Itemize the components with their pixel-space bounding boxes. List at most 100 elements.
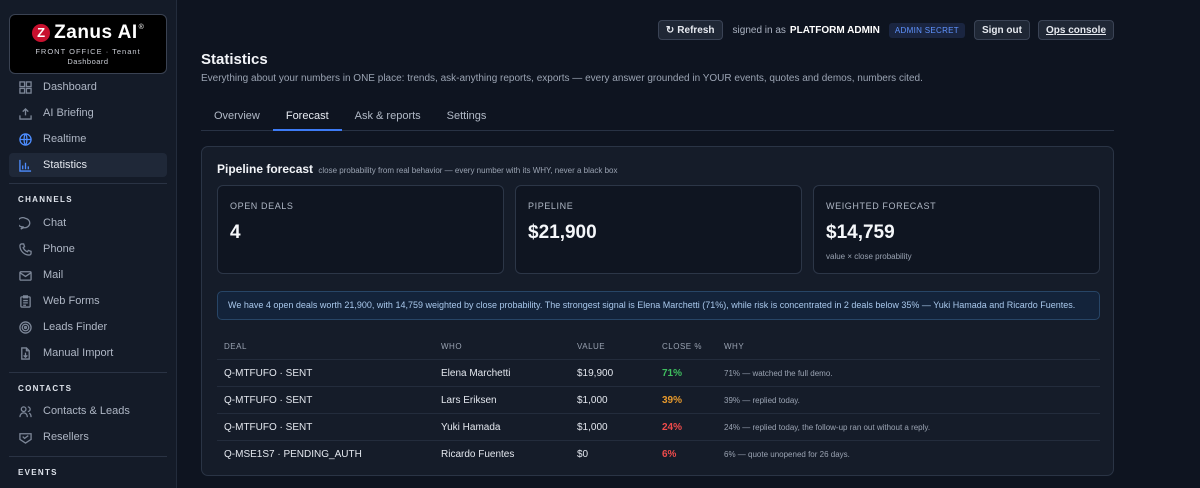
kpi-weighted-forecast: WEIGHTED FORECAST $14,759 value × close … [813, 185, 1100, 274]
kpi-label: OPEN DEALS [230, 201, 294, 211]
users-icon [18, 404, 32, 418]
value-cell: $1,000 [577, 394, 608, 406]
sidebar-divider [9, 372, 167, 373]
sidebar-item-label: Leads Finder [43, 321, 108, 333]
phone-icon [18, 242, 32, 256]
table-row[interactable]: Q-MTFUFO · SENT Elena Marchetti $19,900 … [217, 360, 1100, 387]
page-description: Everything about your numbers in ONE pla… [201, 73, 923, 84]
sidebar-item-label: Resellers [43, 431, 89, 443]
why-cell: 24% — replied today, the follow-up ran o… [724, 422, 931, 432]
handshake-icon [18, 430, 32, 444]
sidebar-divider [9, 183, 167, 184]
sidebar-item-phone[interactable]: Phone [9, 237, 167, 261]
tab-overview[interactable]: Overview [201, 102, 273, 131]
mail-icon [18, 268, 32, 282]
sidebar-item-label: AI Briefing [43, 107, 94, 119]
sidebar-item-label: Manual Import [43, 347, 114, 359]
table-header: DEAL WHO VALUE CLOSE % WHY [217, 333, 1100, 360]
deal-cell: Q-MTFUFO · SENT [224, 394, 313, 406]
sidebar-item-ai-briefing[interactable]: AI Briefing [9, 101, 167, 125]
panel-title: Pipeline forecast close probability from… [217, 162, 617, 176]
who-cell: Yuki Hamada [441, 421, 501, 433]
brand-name: Zanus AI [54, 22, 138, 43]
logo-mark: Z [32, 24, 51, 42]
sidebar-item-label: Statistics [43, 159, 88, 171]
sidebar-item-contacts-leads[interactable]: Contacts & Leads [9, 399, 167, 423]
tab-settings[interactable]: Settings [434, 102, 500, 131]
sidebar-item-label: Realtime [43, 133, 87, 145]
forecast-insight: We have 4 open deals worth 21,900, with … [217, 291, 1100, 320]
sidebar: Z Zanus AI ® FRONT OFFICE · Tenant Dashb… [0, 0, 177, 488]
brand-logo[interactable]: Z Zanus AI ® FRONT OFFICE · Tenant Dashb… [9, 14, 167, 74]
brand-subtitle-2: Dashboard [67, 57, 109, 66]
table-row[interactable]: Q-MTFUFO · SENT Yuki Hamada $1,000 24% 2… [217, 414, 1100, 441]
kpi-label: PIPELINE [528, 201, 574, 211]
value-cell: $0 [577, 449, 589, 460]
section-label-contacts: CONTACTS [18, 384, 73, 393]
sidebar-item-leads-finder[interactable]: Leads Finder [9, 315, 167, 339]
registered-mark: ® [138, 23, 144, 31]
column-header-value: VALUE [577, 341, 606, 351]
sidebar-item-label: Web Forms [43, 295, 100, 307]
bar-chart-icon [18, 158, 32, 172]
top-bar: ↻ Refresh signed in as PLATFORM ADMIN AD… [657, 20, 1114, 40]
target-icon [18, 320, 32, 334]
column-header-why: WHY [724, 341, 745, 351]
deals-table: DEAL WHO VALUE CLOSE % WHY Q-MTFUFO · SE… [217, 333, 1100, 468]
sidebar-item-resellers[interactable]: Resellers [9, 425, 167, 449]
kpi-open-deals: OPEN DEALS 4 [217, 185, 504, 274]
sidebar-item-chat[interactable]: Chat [9, 211, 167, 235]
kpi-pipeline: PIPELINE $21,900 [515, 185, 802, 274]
sidebar-item-label: Phone [43, 243, 75, 255]
tab-forecast[interactable]: Forecast [272, 102, 342, 131]
column-header-close: CLOSE % [662, 341, 702, 351]
close-cell: 39% [662, 394, 683, 406]
why-cell: 6% — quote unopened for 26 days. [724, 450, 850, 459]
refresh-button[interactable]: ↻ Refresh [657, 20, 723, 40]
column-header-who: WHO [441, 341, 463, 351]
sidebar-item-statistics[interactable]: Statistics [9, 153, 167, 177]
ops-console-button[interactable]: Ops console [1037, 20, 1114, 40]
tab-ask-reports[interactable]: Ask & reports [342, 102, 434, 131]
tab-bar: Overview Forecast Ask & reports Settings [201, 102, 1114, 131]
kpi-label: WEIGHTED FORECAST [826, 201, 937, 211]
section-label-events: EVENTS [18, 468, 58, 477]
signed-in-text: signed in as [732, 24, 786, 36]
sidebar-item-realtime[interactable]: Realtime [9, 127, 167, 151]
close-cell: 71% [662, 367, 683, 379]
pipeline-forecast-panel: Pipeline forecast close probability from… [201, 146, 1114, 476]
table-row[interactable]: Q-MSE1S7 · PENDING_AUTH Ricardo Fuentes … [217, 441, 1100, 468]
kpi-value: $14,759 [826, 222, 895, 243]
sidebar-item-mail[interactable]: Mail [9, 263, 167, 287]
sidebar-item-label: Contacts & Leads [43, 405, 130, 417]
grid-icon [18, 80, 32, 94]
forecast-subtitle: close probability from real behavior — e… [318, 166, 618, 175]
sidebar-item-manual-import[interactable]: Manual Import [9, 341, 167, 365]
sign-out-button[interactable]: Sign out [973, 20, 1030, 40]
sidebar-item-dashboard[interactable]: Dashboard [9, 75, 167, 99]
who-cell: Lars Eriksen [441, 394, 497, 406]
column-header-deal: DEAL [224, 341, 247, 351]
kpi-value: 4 [230, 222, 241, 243]
sidebar-item-web-forms[interactable]: Web Forms [9, 289, 167, 313]
kpi-note: value × close probability [826, 252, 912, 261]
table-row[interactable]: Q-MTFUFO · SENT Lars Eriksen $1,000 39% … [217, 387, 1100, 414]
clipboard-icon [18, 294, 32, 308]
deal-cell: Q-MTFUFO · SENT [224, 367, 313, 379]
close-cell: 6% [662, 449, 677, 460]
sidebar-divider [9, 456, 167, 457]
why-cell: 71% — watched the full demo. [724, 368, 833, 378]
user-role: PLATFORM ADMIN [789, 24, 880, 36]
forecast-title: Pipeline forecast [217, 162, 314, 176]
why-cell: 39% — replied today. [724, 395, 800, 405]
kpi-value: $21,900 [528, 222, 597, 243]
close-cell: 24% [662, 421, 683, 433]
section-label-channels: CHANNELS [18, 195, 73, 204]
page-title: Statistics [201, 51, 268, 68]
sidebar-item-label: Dashboard [43, 81, 97, 93]
deal-cell: Q-MSE1S7 · PENDING_AUTH [224, 449, 362, 460]
brand-subtitle: FRONT OFFICE · Tenant [35, 47, 141, 56]
refresh-icon: ↻ [665, 24, 675, 36]
admin-secret-badge: ADMIN SECRET [888, 22, 965, 38]
globe-icon [18, 132, 32, 146]
